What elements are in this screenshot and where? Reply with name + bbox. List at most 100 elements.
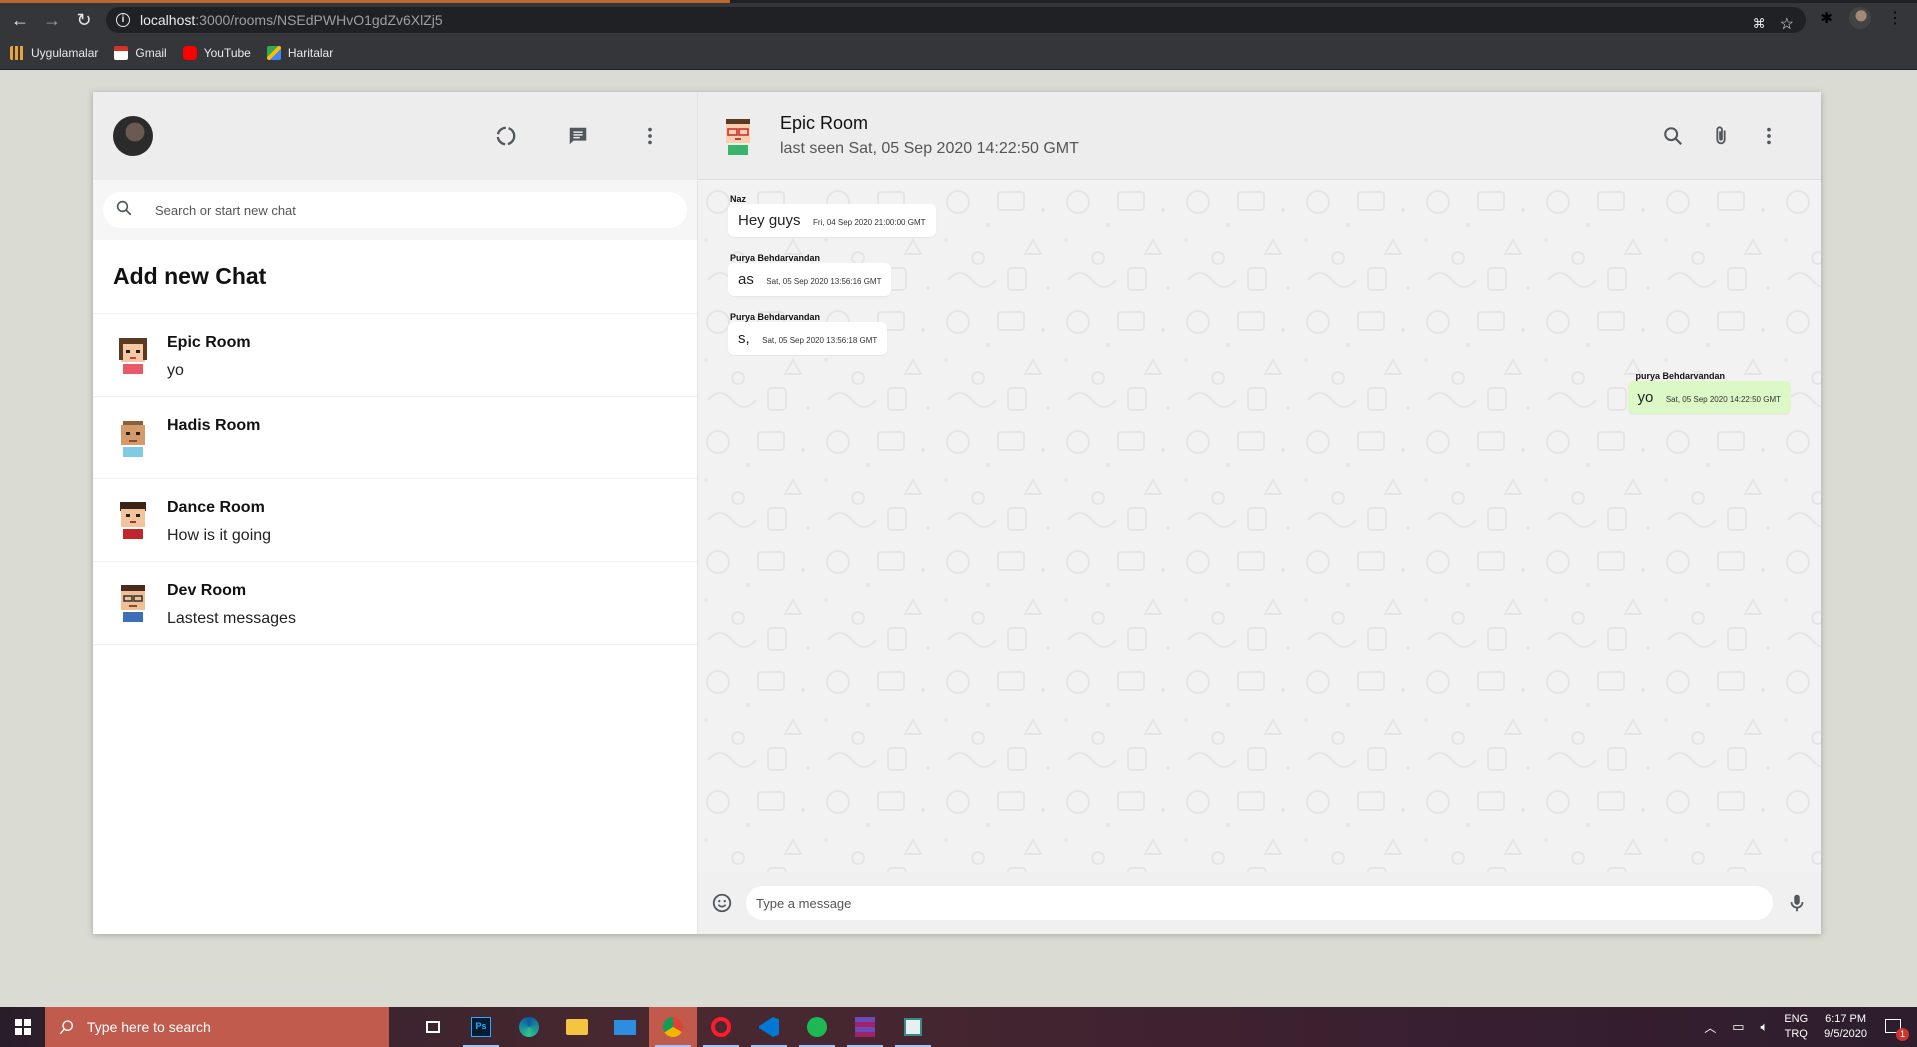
clock[interactable]: 6:17 PM 9/5/2020 — [1824, 1012, 1867, 1042]
volume-icon[interactable]: 🔈︎ — [1761, 1019, 1769, 1035]
sidebar: Add new Chat Epic Room yo — [93, 92, 698, 934]
add-new-chat-button[interactable]: Add new Chat — [93, 240, 697, 314]
browser-chrome: ← → ↻ i localhost:3000/rooms/NSEdPWHvO1g… — [0, 0, 1917, 70]
emoji-icon[interactable] — [710, 891, 734, 915]
forward-button[interactable]: → — [36, 4, 68, 36]
chat-item-hadis-room[interactable]: Hadis Room — [93, 397, 697, 479]
maps-icon — [266, 46, 281, 60]
reload-button[interactable]: ↻ — [68, 4, 100, 36]
bookmark-star-icon[interactable]: ☆ — [1780, 14, 1794, 34]
message-row: Purya Behdarvandan as Sat, 05 Sep 2020 1… — [728, 253, 1791, 308]
bookmark-youtube[interactable]: YouTube — [182, 46, 251, 60]
back-button[interactable]: ← — [4, 4, 36, 36]
search-icon[interactable] — [1661, 124, 1685, 148]
navigation-row: ← → ↻ i localhost:3000/rooms/NSEdPWHvO1g… — [0, 3, 1917, 37]
chat-item-epic-room[interactable]: Epic Room yo — [93, 314, 697, 397]
chat-icon[interactable] — [566, 124, 590, 148]
vscode-icon — [759, 1017, 779, 1037]
avatar[interactable] — [113, 116, 153, 156]
chrome-app[interactable] — [649, 1007, 697, 1047]
more-vert-icon[interactable] — [638, 124, 662, 148]
chat-name: Dev Room — [167, 582, 247, 599]
status-icon[interactable] — [494, 124, 518, 148]
more-vert-icon[interactable] — [1757, 124, 1781, 148]
apps-grid-icon — [10, 46, 24, 60]
bookmark-label: Uygulamalar — [31, 46, 99, 60]
site-info-icon[interactable]: i — [116, 13, 130, 27]
opera-app[interactable] — [697, 1007, 745, 1047]
search-icon — [115, 199, 133, 222]
message-sender: Naz — [730, 194, 747, 204]
taskbar-search-placeholder: Type here to search — [87, 1019, 211, 1035]
edge-app[interactable] — [505, 1007, 553, 1047]
chevron-up-icon[interactable]: ︿ — [1704, 1019, 1716, 1036]
divider — [0, 69, 1917, 70]
sidebar-header-icons — [494, 124, 677, 148]
youtube-icon — [182, 46, 197, 60]
sidebar-header — [93, 92, 697, 180]
chat-item-dev-room[interactable]: Dev Room Lastest messages — [93, 562, 697, 645]
vscode-app[interactable] — [745, 1007, 793, 1047]
address-bar-actions: ⌘ ☆ — [1753, 11, 1806, 37]
search-input[interactable] — [155, 202, 555, 218]
bookmark-apps[interactable]: Uygulamalar — [10, 46, 98, 60]
chat-last-message: How is it going — [167, 527, 272, 544]
notepad-app[interactable] — [889, 1007, 937, 1047]
search-box — [103, 192, 687, 228]
taskbar-search[interactable]: Type here to search — [45, 1007, 389, 1047]
translate-icon[interactable]: ⌘ — [1753, 16, 1766, 32]
attach-icon[interactable] — [1709, 124, 1733, 148]
mail-app[interactable] — [601, 1007, 649, 1047]
spotify-app[interactable] — [793, 1007, 841, 1047]
network-icon[interactable]: ▭ — [1732, 1019, 1744, 1035]
notification-badge: 1 — [1896, 1028, 1909, 1041]
message-input[interactable] — [746, 886, 1773, 920]
photoshop-app[interactable]: Ps — [457, 1007, 505, 1047]
message-bubble: Purya Behdarvandan as Sat, 05 Sep 2020 1… — [728, 253, 892, 296]
clock-time: 6:17 PM — [1825, 1013, 1867, 1025]
room-avatar — [119, 338, 147, 374]
language-indicator[interactable]: ENG TRQ — [1784, 1012, 1808, 1042]
message-row: Purya Behdarvandan s, Sat, 05 Sep 2020 1… — [728, 312, 1791, 367]
bookmark-label: Haritalar — [287, 46, 334, 60]
edge-icon — [519, 1017, 539, 1037]
bookmark-maps[interactable]: Haritalar — [266, 46, 334, 60]
task-view-button[interactable] — [409, 1007, 457, 1047]
taskbar-apps: Ps — [409, 1007, 937, 1047]
url-path: :3000/rooms/NSEdPWHvO1gdZv6XlZj5 — [195, 12, 443, 28]
windows-logo-icon — [14, 1019, 31, 1035]
microphone-icon[interactable] — [1785, 891, 1809, 915]
menu-icon[interactable]: ⋮ — [1887, 8, 1903, 28]
bookmark-gmail[interactable]: Gmail — [114, 46, 167, 60]
room-avatar — [121, 585, 145, 622]
message-timestamp: Fri, 04 Sep 2020 21:00:00 GMT — [812, 218, 926, 227]
extensions-icon[interactable]: ✱ — [1820, 9, 1833, 27]
message-bubble: Purya Behdarvandan s, Sat, 05 Sep 2020 1… — [728, 312, 888, 355]
chat-name: Hadis Room — [167, 417, 261, 434]
chrome-icon — [663, 1017, 683, 1037]
mail-icon — [614, 1019, 636, 1035]
chat-last-message: Lastest messages — [167, 610, 296, 627]
message-timestamp: Sat, 05 Sep 2020 14:22:50 GMT — [1665, 395, 1781, 404]
spotify-icon — [807, 1017, 827, 1037]
start-button[interactable] — [0, 1007, 45, 1047]
chat-footer — [698, 872, 1821, 934]
chat-item-dance-room[interactable]: Dance Room How is it going — [93, 479, 697, 562]
file-explorer-app[interactable] — [553, 1007, 601, 1047]
chat-header-icons — [1661, 124, 1801, 148]
winrar-app[interactable] — [841, 1007, 889, 1047]
room-avatar[interactable] — [718, 115, 758, 157]
folder-icon — [566, 1019, 588, 1035]
room-avatar — [121, 421, 145, 457]
notification-center-button[interactable]: 1 — [1883, 1017, 1909, 1041]
message-row: Naz Hey guys Fri, 04 Sep 2020 21:00:00 G… — [728, 194, 1791, 249]
room-avatar — [120, 502, 146, 539]
profile-avatar[interactable] — [1849, 7, 1871, 29]
url-host: localhost — [140, 12, 196, 28]
notepad-icon — [904, 1018, 922, 1036]
message-timestamp: Sat, 05 Sep 2020 13:56:18 GMT — [762, 336, 878, 345]
address-bar[interactable]: i localhost:3000/rooms/NSEdPWHvO1gdZv6Xl… — [106, 7, 1806, 33]
message-text: Hey guys — [738, 212, 801, 229]
room-title: Epic Room — [780, 113, 869, 133]
gmail-icon — [114, 46, 129, 60]
